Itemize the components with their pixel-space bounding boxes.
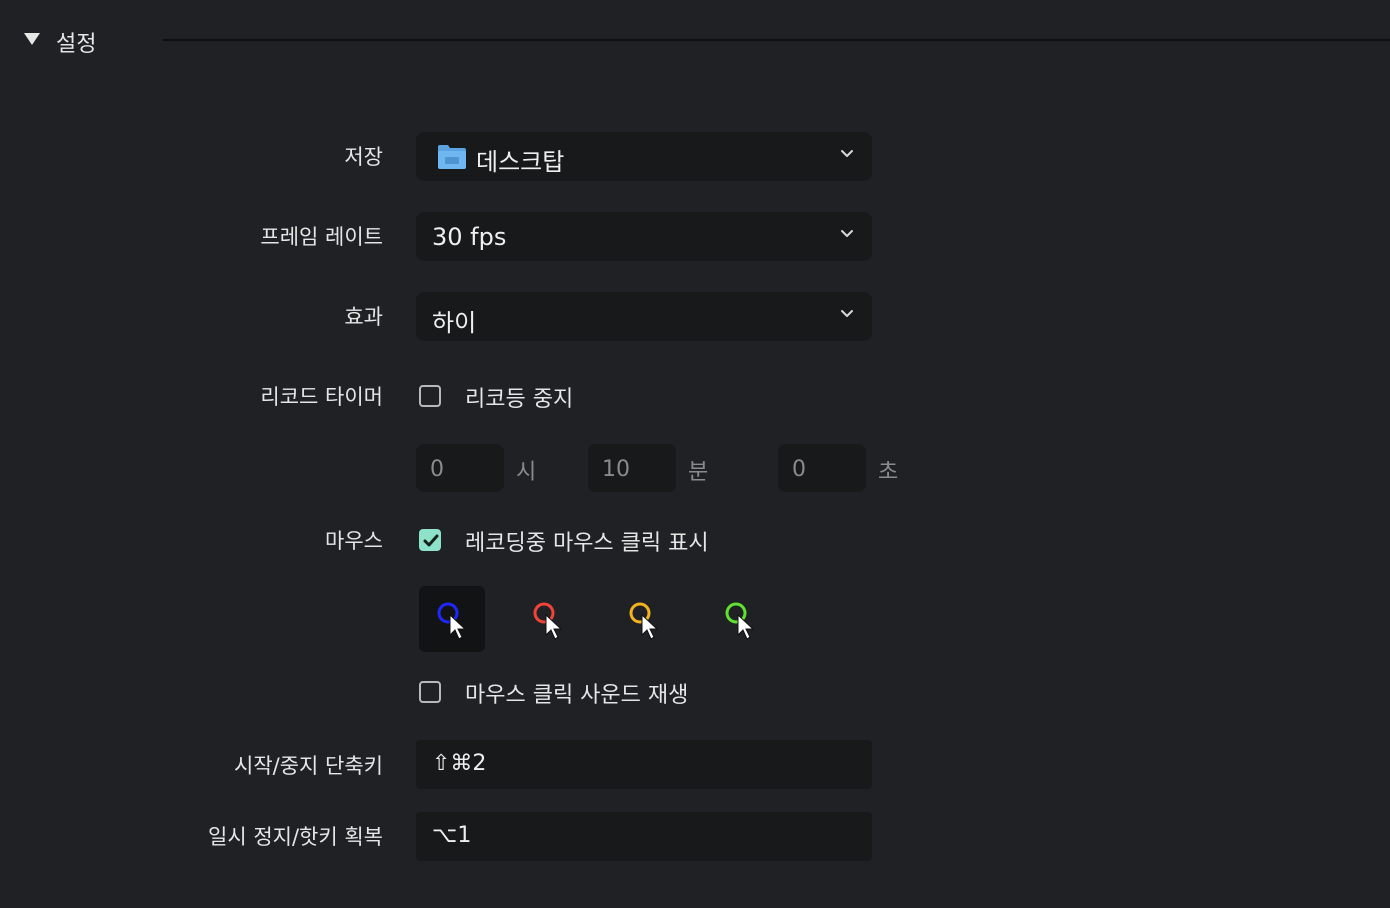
effect-label: 효과 [344, 305, 383, 329]
effect-value: 하이 [432, 309, 477, 337]
hours-value: 0 [430, 457, 444, 482]
save-label: 저장 [344, 145, 383, 169]
show-clicks-label[interactable]: 레코딩중 마우스 클릭 표시 [465, 525, 709, 557]
pause-shortcut-value: ⌥1 [432, 823, 472, 848]
cursor-color-yellow[interactable] [611, 586, 677, 652]
record-timer-label: 리코드 타이머 [260, 385, 383, 409]
hours-input[interactable]: 0 [416, 444, 504, 492]
seconds-value: 0 [792, 457, 806, 482]
chevron-down-icon [841, 150, 853, 157]
settings-section-header[interactable]: 설정 [0, 0, 1390, 80]
mouse-label: 마우스 [325, 529, 383, 553]
cursor-color-red[interactable] [515, 586, 581, 652]
minutes-unit: 분 [688, 460, 709, 485]
start-stop-shortcut-value: ⇧⌘2 [432, 751, 487, 776]
cursor-color-green[interactable] [707, 586, 773, 652]
start-stop-shortcut-field[interactable]: ⇧⌘2 [416, 740, 872, 789]
click-sound-checkbox[interactable] [419, 681, 441, 703]
chevron-down-icon [841, 230, 853, 237]
minutes-input[interactable]: 10 [588, 444, 676, 492]
cursor-color-blue[interactable] [419, 586, 485, 652]
pause-shortcut-field[interactable]: ⌥1 [416, 812, 872, 861]
start-stop-shortcut-label: 시작/중지 단축키 [234, 754, 383, 778]
show-clicks-checkbox[interactable] [419, 529, 441, 551]
collapse-triangle-icon[interactable] [24, 33, 40, 45]
save-location-select[interactable]: 데스크탑 [416, 132, 872, 181]
cursor-click-yellow-icon [629, 602, 659, 640]
cursor-click-blue-icon [437, 602, 467, 640]
frame-rate-label: 프레임 레이트 [260, 225, 383, 249]
click-sound-label[interactable]: 마우스 클릭 사운드 재생 [465, 677, 688, 709]
checkmark-icon [423, 534, 439, 547]
seconds-unit: 초 [878, 460, 899, 485]
seconds-input[interactable]: 0 [778, 444, 866, 492]
hours-unit: 시 [516, 460, 537, 485]
cursor-click-red-icon [533, 602, 563, 640]
stop-recording-label[interactable]: 리코등 중지 [465, 381, 573, 413]
pause-shortcut-label: 일시 정지/핫키 획복 [208, 825, 383, 849]
save-location-value: 데스크탑 [476, 148, 565, 176]
frame-rate-value: 30 fps [432, 223, 507, 251]
folder-icon [438, 145, 466, 169]
chevron-down-icon [841, 310, 853, 317]
cursor-click-green-icon [725, 602, 755, 640]
effect-select[interactable]: 하이 [416, 292, 872, 341]
stop-recording-checkbox[interactable] [419, 385, 441, 407]
section-title: 설정 [56, 32, 97, 57]
header-divider [163, 39, 1390, 41]
frame-rate-select[interactable]: 30 fps [416, 212, 872, 261]
minutes-value: 10 [602, 457, 630, 482]
